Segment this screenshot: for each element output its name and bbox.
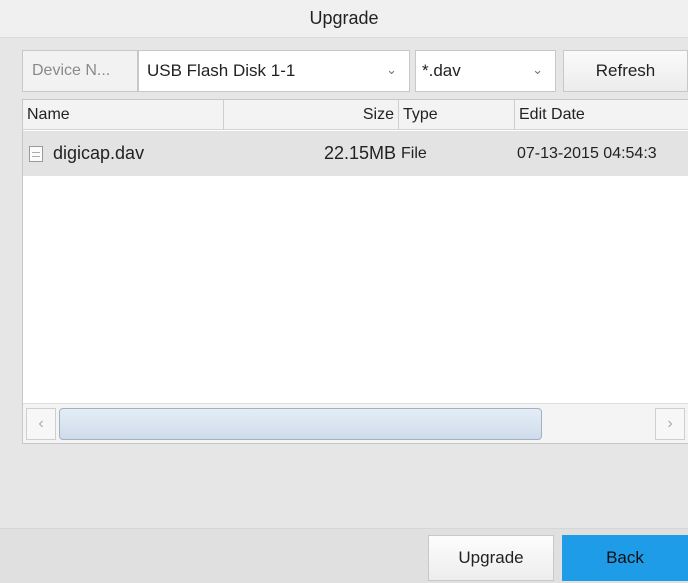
device-label: Device N...	[22, 50, 138, 92]
column-header-name[interactable]: Name	[23, 100, 223, 130]
device-select-value: USB Flash Disk 1-1	[147, 61, 296, 80]
chevron-down-icon: ⌄	[386, 62, 397, 77]
file-icon	[29, 145, 43, 162]
file-list: Name Size Type Edit Date digicap.dav 22.…	[22, 99, 688, 444]
refresh-button[interactable]: Refresh	[563, 50, 688, 92]
back-button[interactable]: Back	[562, 535, 688, 581]
file-type-value: *.dav	[422, 61, 461, 80]
dialog-title: Upgrade	[0, 0, 688, 38]
chevron-down-icon: ⌄	[532, 62, 543, 77]
file-name-cell: digicap.dav	[29, 131, 219, 176]
horizontal-scrollbar[interactable]: ‹ ›	[23, 403, 688, 443]
footer-bar: Upgrade Back	[0, 528, 688, 583]
device-select[interactable]: USB Flash Disk 1-1 ⌄	[138, 50, 410, 92]
scrollbar-thumb[interactable]	[59, 408, 542, 440]
table-row[interactable]: digicap.dav 22.15MB File 07-13-2015 04:5…	[23, 131, 688, 176]
column-header-size[interactable]: Size	[223, 100, 398, 130]
file-edit-date: 07-13-2015 04:54:3	[517, 144, 657, 162]
file-type: File	[401, 144, 427, 162]
column-header-edit-date[interactable]: Edit Date	[515, 100, 688, 130]
file-name: digicap.dav	[53, 143, 145, 163]
scroll-right-icon[interactable]: ›	[655, 408, 685, 440]
table-header: Name Size Type Edit Date	[23, 100, 688, 130]
scroll-left-icon[interactable]: ‹	[26, 408, 56, 440]
upgrade-button[interactable]: Upgrade	[428, 535, 554, 581]
file-type-select[interactable]: *.dav ⌄	[415, 50, 556, 92]
column-header-type[interactable]: Type	[399, 100, 514, 130]
file-size: 22.15MB	[323, 143, 396, 163]
